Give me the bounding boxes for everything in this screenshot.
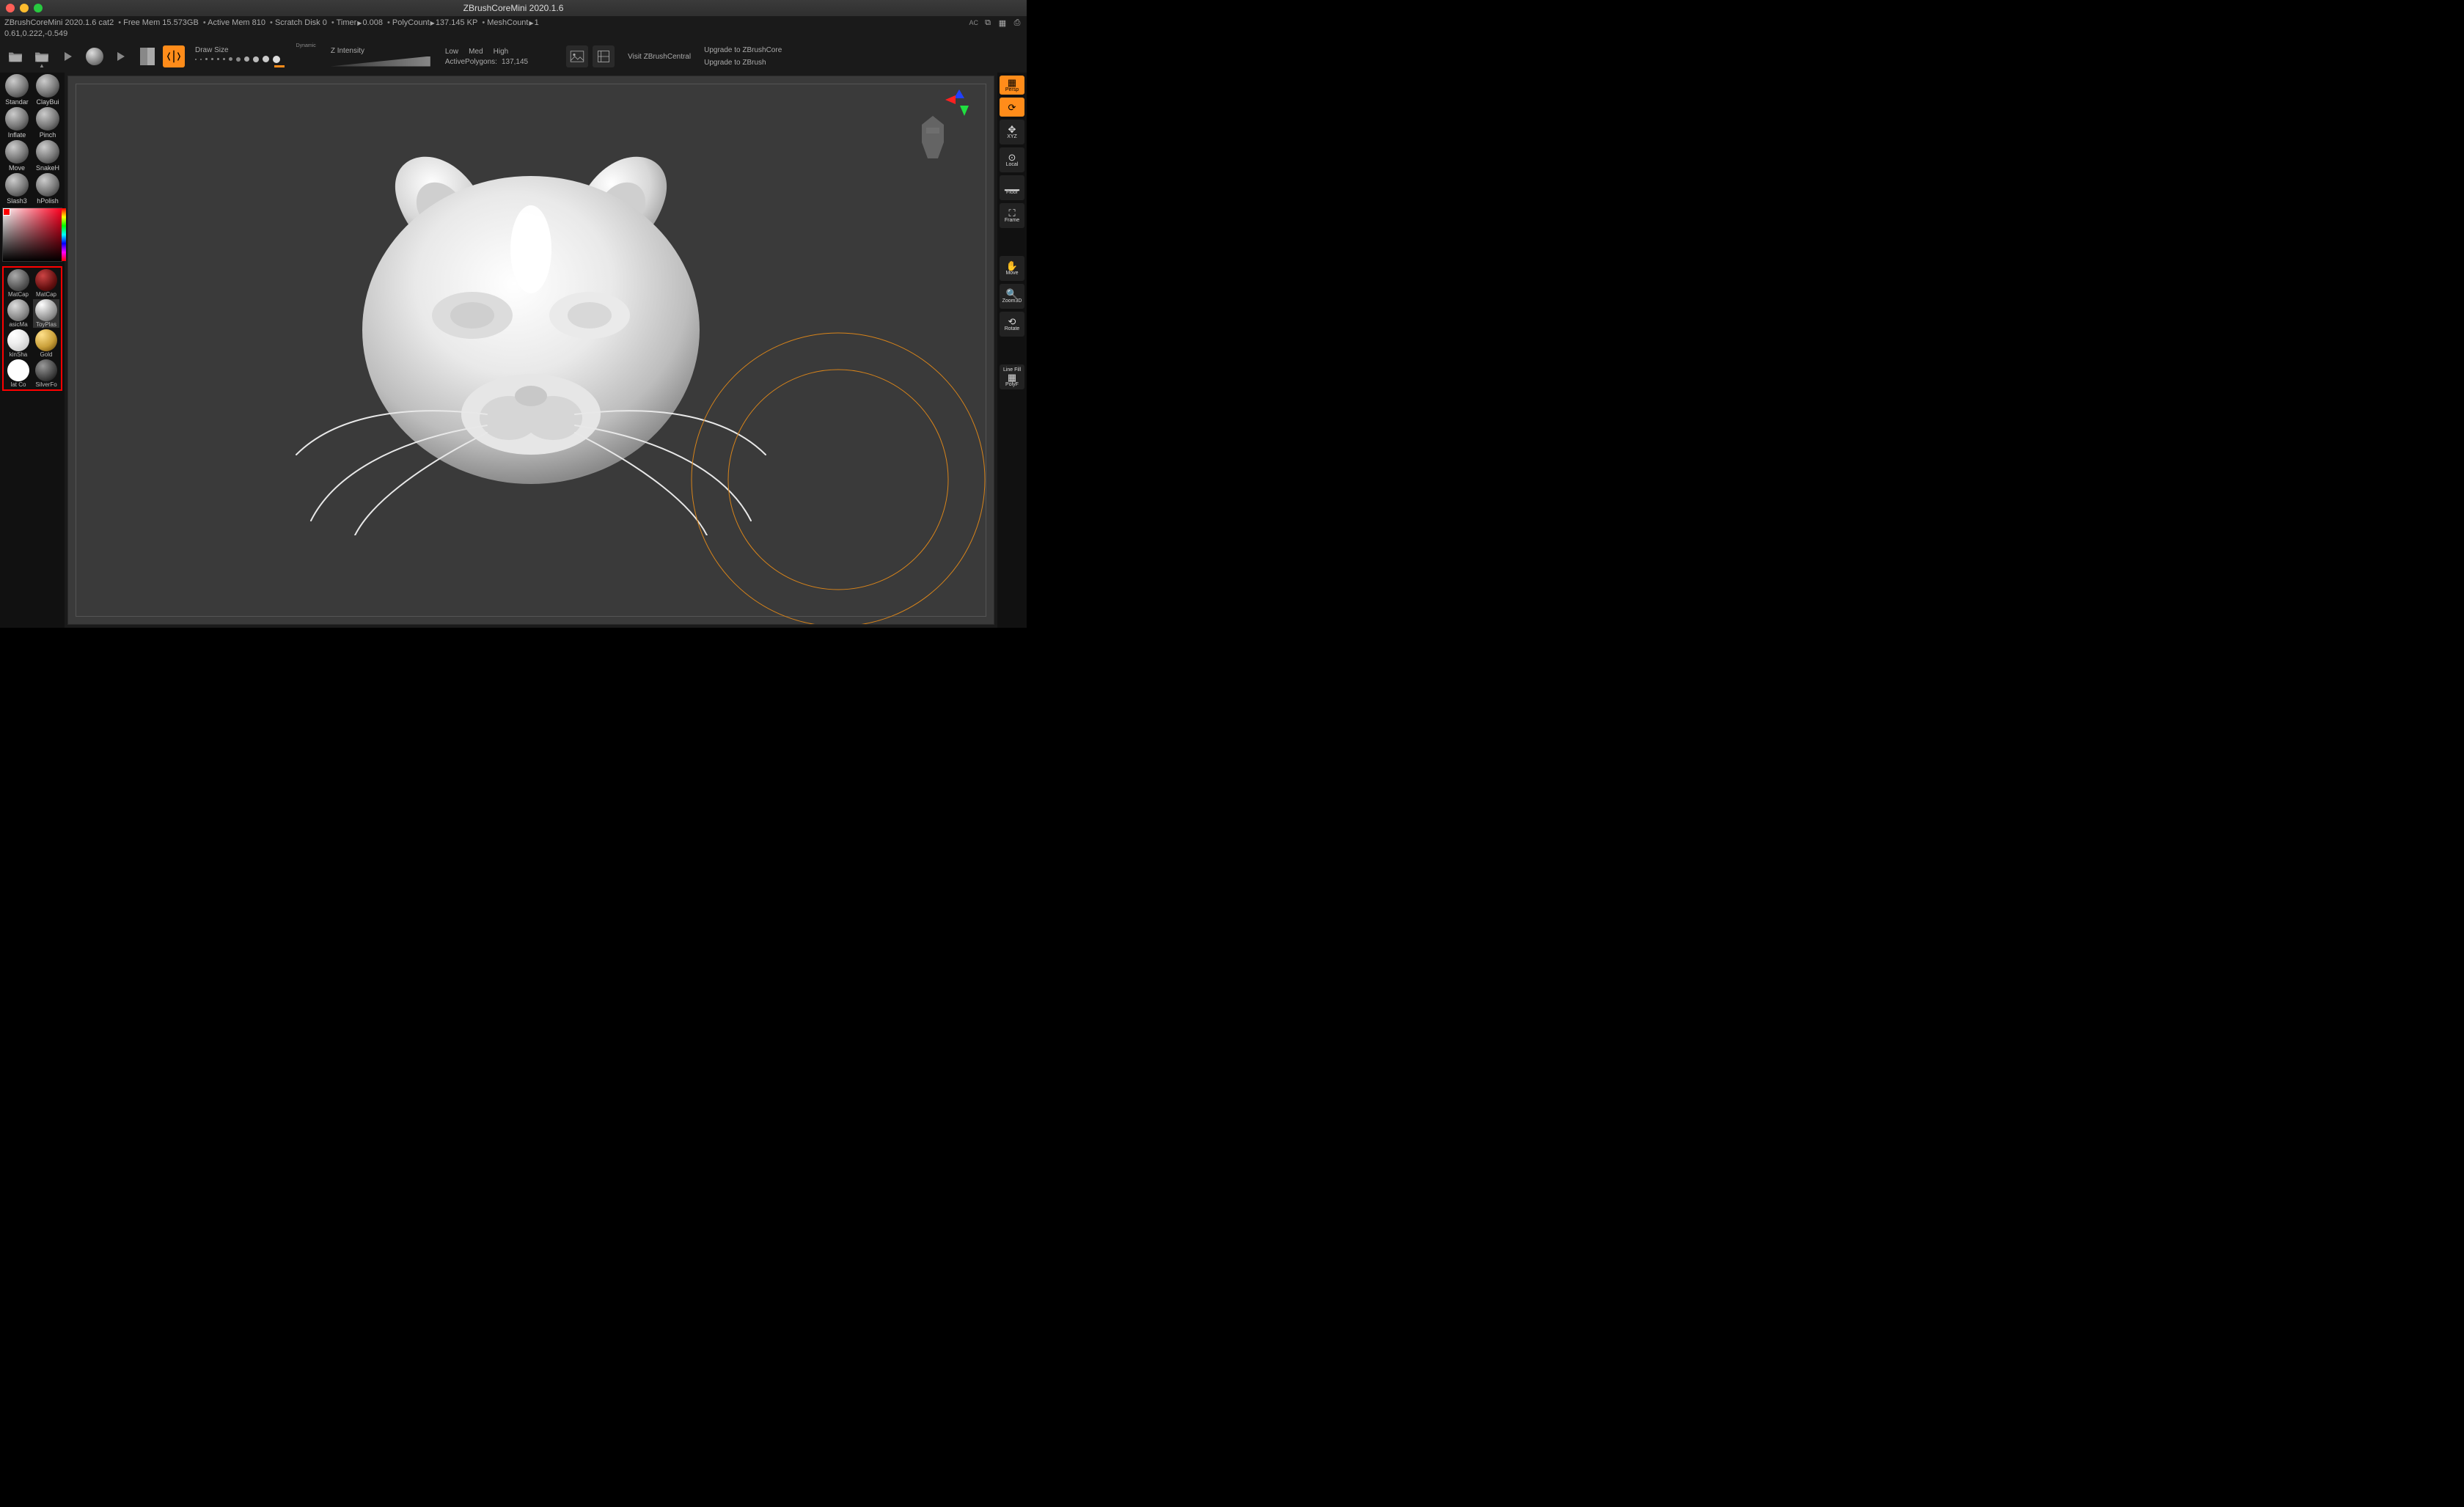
- brush-inflate[interactable]: Inflate: [3, 107, 31, 139]
- brush-claybuildup[interactable]: ClayBui: [34, 74, 62, 106]
- reference-head-icon[interactable]: [916, 114, 950, 166]
- material-silverfoil[interactable]: SilverFo: [33, 359, 59, 388]
- ac-indicator: AC: [969, 19, 978, 26]
- local-button[interactable]: ⊙Local: [1000, 147, 1024, 172]
- draw-size-label: Draw Size: [195, 46, 229, 54]
- persp-button[interactable]: ▦Persp: [1000, 76, 1024, 95]
- scratch-disk: Scratch Disk 0: [270, 18, 327, 27]
- rotate-button[interactable]: ⟲Rotate: [1000, 312, 1024, 337]
- viewport[interactable]: [67, 76, 994, 625]
- geo-high[interactable]: High: [494, 48, 509, 56]
- close-icon[interactable]: [6, 4, 15, 12]
- open-button[interactable]: [4, 45, 26, 67]
- dynamic-label: Dynamic: [296, 43, 316, 48]
- free-mem: Free Mem 15.573GB: [118, 18, 199, 27]
- xyz-button[interactable]: ✥XYZ: [1000, 120, 1024, 144]
- upgrade-full-link[interactable]: Upgrade to ZBrush: [704, 59, 782, 67]
- brush-palette: Standar ClayBui Inflate Pinch Move Snake…: [3, 74, 62, 205]
- print-icon[interactable]: ⎙: [1012, 18, 1022, 28]
- meshcount: MeshCount▶1: [482, 18, 538, 27]
- primitive-cube[interactable]: [136, 45, 158, 67]
- info-bar: ZBrushCoreMini 2020.1.6 cat2 Free Mem 15…: [0, 16, 1027, 29]
- floor-button[interactable]: ▁▁Floor: [1000, 175, 1024, 200]
- active-tool-sphere[interactable]: [84, 45, 106, 67]
- geo-med[interactable]: Med: [469, 48, 483, 56]
- upgrade-core-link[interactable]: Upgrade to ZBrushCore: [704, 46, 782, 54]
- main-toolbar: ▲ Draw Size Dynamic Z Intensity Low Med …: [0, 40, 1027, 73]
- polyframe-button[interactable]: Line Fill▦PolyF: [1000, 364, 1024, 389]
- right-panel: ▦Persp ⟳ ✥XYZ ⊙Local ▁▁Floor ⛶Frame ✋Mov…: [997, 73, 1027, 628]
- frame-button[interactable]: ⛶Frame: [1000, 203, 1024, 228]
- material-palette: MatCap MatCap asicMa ToyPlas kinSha Gold…: [2, 266, 62, 391]
- active-poly-label: ActivePolygons:: [445, 58, 497, 66]
- arrow-1[interactable]: [57, 45, 79, 67]
- link-icon[interactable]: ⧉: [983, 18, 993, 28]
- save-button[interactable]: ▲: [31, 45, 53, 67]
- z-intensity-section: Z Intensity: [331, 47, 430, 67]
- material-flatcolor[interactable]: lat Co: [5, 359, 32, 388]
- material-skinshade[interactable]: kinSha: [5, 329, 32, 358]
- visit-zbc-link[interactable]: Visit ZBrushCentral: [628, 53, 691, 61]
- active-mem: Active Mem 810: [203, 18, 265, 27]
- 3dprint-button[interactable]: [593, 45, 615, 67]
- brush-move[interactable]: Move: [3, 140, 31, 172]
- polycount: PolyCount▶137.145 KP: [387, 18, 477, 27]
- material-matcap-grey[interactable]: MatCap: [5, 269, 32, 298]
- draw-size-indicator: [274, 65, 285, 67]
- timer-label: Timer▶0.008: [331, 18, 383, 27]
- zoom3d-button[interactable]: 🔍Zoom3D: [1000, 284, 1024, 309]
- material-basic[interactable]: asicMa: [5, 299, 32, 328]
- draw-size-slider[interactable]: [195, 56, 316, 63]
- geo-low[interactable]: Low: [445, 48, 458, 56]
- material-toyplastic[interactable]: ToyPlas: [33, 299, 59, 328]
- brush-slash3[interactable]: Slash3: [3, 173, 31, 205]
- z-intensity-slider[interactable]: [331, 56, 430, 67]
- window-controls: [6, 4, 43, 12]
- cursor-coords: 0.61,0.222,-0.549: [0, 29, 1027, 40]
- color-swatch: [3, 208, 10, 216]
- geometry-section: Low Med High ActivePolygons: 137,145: [445, 48, 528, 66]
- brush-cursor: [684, 326, 992, 625]
- symmetry-button[interactable]: [163, 45, 185, 67]
- brush-pinch[interactable]: Pinch: [34, 107, 62, 139]
- layout-icon[interactable]: ▦: [997, 18, 1008, 28]
- main-area: Standar ClayBui Inflate Pinch Move Snake…: [0, 73, 1027, 628]
- maximize-icon[interactable]: [34, 4, 43, 12]
- color-picker[interactable]: [2, 208, 62, 262]
- brush-snakehook[interactable]: SnakeH: [34, 140, 62, 172]
- app-doc-name: ZBrushCoreMini 2020.1.6 cat2: [4, 18, 114, 27]
- draw-size-section: Draw Size Dynamic: [195, 46, 316, 67]
- titlebar: ZBrushCoreMini 2020.1.6: [0, 0, 1027, 16]
- material-matcap-red[interactable]: MatCap: [33, 269, 59, 298]
- left-panel: Standar ClayBui Inflate Pinch Move Snake…: [0, 73, 65, 628]
- brush-standard[interactable]: Standar: [3, 74, 31, 106]
- move-button[interactable]: ✋Move: [1000, 256, 1024, 281]
- brush-hpolish[interactable]: hPolish: [34, 173, 62, 205]
- window-title: ZBrushCoreMini 2020.1.6: [463, 3, 564, 13]
- arrow-2[interactable]: [110, 45, 132, 67]
- minimize-icon[interactable]: [20, 4, 29, 12]
- z-intensity-label: Z Intensity: [331, 47, 430, 55]
- active-poly-value: 137,145: [502, 58, 528, 66]
- image-export-button[interactable]: [566, 45, 588, 67]
- material-gold[interactable]: Gold: [33, 329, 59, 358]
- rotate-mode-button[interactable]: ⟳: [1000, 98, 1024, 117]
